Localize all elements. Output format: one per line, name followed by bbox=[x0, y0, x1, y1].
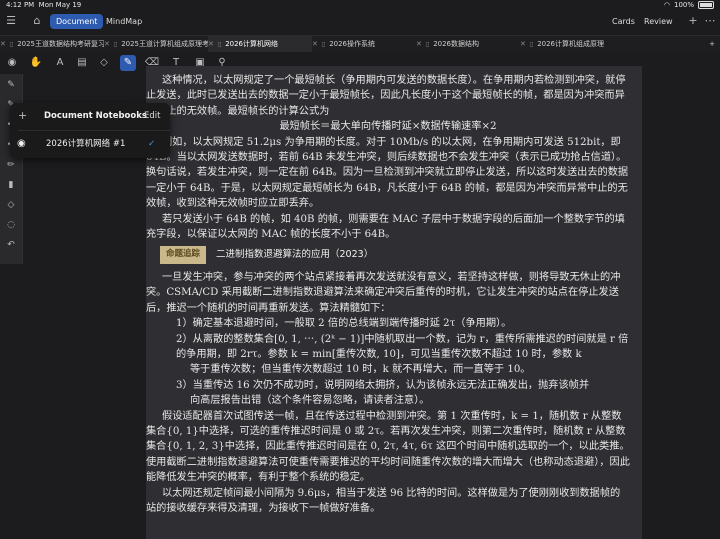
pen-icon[interactable]: ✎ bbox=[4, 78, 18, 92]
battery-icon bbox=[698, 1, 714, 9]
eye-icon[interactable]: ◉ bbox=[4, 55, 20, 71]
notebook-item-label: 2026计算机网络 #1 bbox=[46, 139, 126, 149]
sidebar-icon[interactable]: ☰ bbox=[4, 13, 18, 29]
right-panel bbox=[642, 73, 720, 539]
tab-1[interactable]: ✕ ▯ 2025王道数据结构考研复习... bbox=[0, 36, 104, 52]
library-icon[interactable]: ⌂ bbox=[30, 13, 44, 29]
wifi-icon: ◠ bbox=[663, 1, 670, 9]
list-item-2b: 等于重传次数；但当重传次数超过 10 时，k 就不再增大，而一直等于 10。 bbox=[190, 364, 531, 376]
doc-para-1: 例如，以太网规定 51.2μs 为争用期的长度。对于 10Mb/s 的以太网，在… bbox=[146, 136, 629, 210]
undo-icon[interactable]: ↶ bbox=[4, 238, 18, 252]
algorithm-list: 1）确定基本退避时间，一般取 2 倍的总线端到端传播时延 2τ（争用期）。 2）… bbox=[146, 316, 630, 408]
highlighter-icon[interactable]: ▮ bbox=[4, 178, 18, 192]
doc-para-4: 假设适配器首次试图传送一帧，且在传送过程中检测到冲突。第 1 次重传时，k = … bbox=[146, 410, 630, 484]
mindmap-mode-button[interactable]: MindMap bbox=[100, 14, 148, 29]
status-right: ◠ 100% bbox=[664, 1, 714, 9]
document-icon: ▯ bbox=[425, 41, 430, 48]
popover-title: Document Notebooks bbox=[44, 111, 147, 121]
tab-2[interactable]: ✕ ▯ 2025王道计算机组成原理考... bbox=[104, 36, 208, 52]
tab-label: 2025王道数据结构考研复习... bbox=[17, 40, 104, 48]
document-icon: ▯ bbox=[217, 41, 222, 48]
document-icon: ▯ bbox=[113, 41, 118, 48]
doc-para-top: 这种情况，以太网规定了一个最短帧长（争用期内可发送的数据长度）。在争用期内若检测… bbox=[146, 75, 626, 117]
status-time: 4:12 PM Mon May 19 bbox=[6, 1, 82, 9]
list-item-3b: 向高层报告出错（这个条件容易忽略，请读者注意）。 bbox=[190, 395, 430, 407]
document-text: 这种情况，以太网规定了一个最短帧长（争用期内可发送的数据长度）。在争用期内若检测… bbox=[146, 73, 642, 516]
close-icon[interactable]: ✕ bbox=[312, 40, 318, 48]
close-icon[interactable]: ✕ bbox=[104, 40, 110, 48]
shape-icon[interactable]: ◇ bbox=[96, 55, 112, 71]
tab-4[interactable]: ✕ ▯ 2026操作系统 bbox=[312, 36, 416, 52]
document-icon: ▯ bbox=[529, 41, 534, 48]
edit-button[interactable]: Edit bbox=[144, 103, 160, 129]
section-title: 二进制指数退避算法的应用（2023） bbox=[216, 249, 374, 261]
pen-icon[interactable]: ✎ bbox=[120, 55, 136, 71]
tab-3[interactable]: ✕ ▯ 2026计算机网络 bbox=[208, 36, 312, 52]
more-icon[interactable]: ⋯ bbox=[703, 13, 717, 29]
status-bar: 4:12 PM Mon May 19 ◠ 100% bbox=[0, 0, 720, 11]
section-header: 命题追踪 二进制指数退避算法的应用（2023） bbox=[160, 246, 630, 264]
add-notebook-icon[interactable]: + bbox=[18, 103, 27, 129]
tab-bar: ✕ ▯ 2025王道数据结构考研复习... ✕ ▯ 2025王道计算机组成原理考... … bbox=[0, 35, 720, 53]
checkmark-icon: ✓ bbox=[148, 139, 156, 149]
tab-label: 2026操作系统 bbox=[329, 40, 376, 48]
tab-label: 2026计算机网络 bbox=[225, 40, 279, 48]
tab-label: 2026数据结构 bbox=[433, 40, 480, 48]
pencil-icon[interactable]: ✏ bbox=[4, 158, 18, 172]
battery-fill bbox=[700, 3, 712, 7]
document-page: 这种情况，以太网规定了一个最短帧长（争用期内可发送的数据长度）。在争用期内若检测… bbox=[146, 73, 642, 539]
add-tab-icon[interactable]: + bbox=[704, 36, 720, 52]
close-icon[interactable]: ✕ bbox=[0, 40, 6, 48]
cards-button[interactable]: Cards bbox=[606, 14, 641, 29]
eraser-icon[interactable]: ◇ bbox=[4, 198, 18, 212]
tab-label: 2026计算机组成原理 bbox=[537, 40, 605, 48]
document-icon: ▯ bbox=[9, 41, 14, 48]
review-button[interactable]: Review bbox=[638, 14, 679, 29]
close-icon[interactable]: ✕ bbox=[208, 40, 214, 48]
notebooks-popover: + Document Notebooks Edit ◉ 2026计算机网络 #1… bbox=[10, 98, 170, 158]
doc-formula: 最短帧长＝最大单向传播时延×数据传输速率×2 bbox=[279, 121, 497, 133]
close-icon[interactable]: ✕ bbox=[416, 40, 422, 48]
close-icon[interactable]: ✕ bbox=[520, 40, 526, 48]
tab-6[interactable]: ✕ ▯ 2026计算机组成原理 bbox=[520, 36, 700, 52]
list-item-2a: 2）从离散的整数集合[0, 1, ⋯, (2ᵏ − 1)]中随机取出一个数，记为… bbox=[176, 333, 629, 360]
plus-icon[interactable]: + bbox=[686, 13, 700, 29]
hand-icon[interactable]: ✋ bbox=[28, 55, 44, 71]
doc-para-5: 以太网还规定帧间最小间隔为 9.6μs，相当于发送 96 比特的时间。这样做是为… bbox=[146, 487, 621, 514]
tab-5[interactable]: ✕ ▯ 2026数据结构 bbox=[416, 36, 520, 52]
document-icon: ▯ bbox=[321, 41, 326, 48]
list-item-3a: 3）当重传达 16 次仍不成功时，说明网络太拥挤，认为该帧永远无法正确发出，抛弃… bbox=[176, 379, 590, 391]
popover-header: + Document Notebooks Edit bbox=[10, 103, 170, 129]
notebook-item[interactable]: ◉ 2026计算机网络 #1 ✓ bbox=[10, 131, 170, 157]
lasso-icon[interactable]: ◌ bbox=[4, 218, 18, 232]
list-item-1: 1）确定基本退避时间，一般取 2 倍的总线端到端传播时延 2τ（争用期）。 bbox=[176, 318, 512, 330]
battery-percent: 100% bbox=[673, 1, 694, 9]
highlighter-icon[interactable]: ▤ bbox=[74, 55, 90, 71]
tab-label: 2025王道计算机组成原理考... bbox=[121, 40, 208, 48]
top-bar: ☰ ⌂ Document MindMap Cards Review + ⋯ bbox=[0, 11, 720, 31]
text-tool-icon[interactable]: A bbox=[52, 55, 68, 71]
section-badge: 命题追踪 bbox=[160, 246, 207, 264]
doc-para-2: 若只发送小于 64B 的帧，如 40B 的帧，则需要在 MAC 子层中于数据字段… bbox=[146, 213, 625, 241]
status-date: Mon May 19 bbox=[38, 1, 82, 9]
doc-para-3: 一旦发生冲突，参与冲突的两个站点紧接着再次发送就没有意义，若坚持这样做，则将导致… bbox=[146, 271, 621, 314]
document-mode-button[interactable]: Document bbox=[50, 14, 104, 29]
eye-icon[interactable]: ◉ bbox=[17, 131, 26, 157]
